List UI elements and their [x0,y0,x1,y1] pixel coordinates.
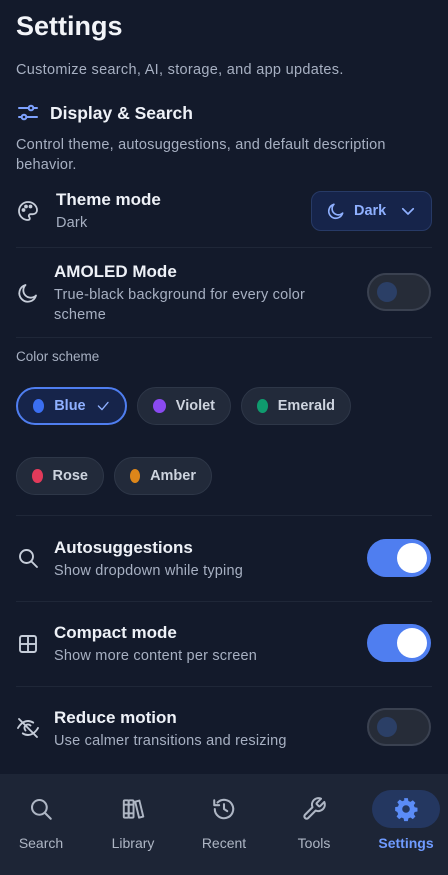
reduce-motion-title: Reduce motion [54,708,177,727]
divider [16,686,432,687]
nav-label: Settings [378,835,434,851]
color-dot [153,399,166,413]
autosuggestions-title: Autosuggestions [54,538,193,557]
search-icon [19,549,38,568]
amoled-toggle[interactable] [367,273,431,311]
autosuggestions-description: Show dropdown while typing [54,563,243,579]
history-icon [213,798,235,820]
moon-icon [327,203,344,220]
color-scheme-label: Color scheme [16,349,100,364]
reduce-motion-toggle[interactable] [367,708,431,746]
autosuggestions-toggle[interactable] [367,539,431,577]
color-dot [33,399,45,413]
amoled-title: AMOLED Mode [54,262,177,281]
color-dot [130,469,141,483]
theme-mode-value: Dark [56,215,88,231]
color-chip-blue[interactable]: Blue [16,387,127,425]
search-icon [30,798,52,820]
divider [16,337,432,338]
nav-label: Search [18,835,64,851]
sliders-icon [18,104,38,121]
check-icon [97,401,109,411]
color-chip-label: Emerald [277,398,335,414]
reduce-motion-description: Use calmer transitions and resizing [54,733,287,749]
section-header: Display & Search [16,101,193,125]
color-dot [32,469,43,483]
toggle-knob [377,717,397,737]
compact-mode-title: Compact mode [54,623,177,642]
nav-tools[interactable]: Tools [269,774,359,875]
nav-label: Recent [201,835,247,851]
color-dot [257,399,268,413]
color-chip-label: Amber [150,468,196,484]
toggle-knob [397,543,427,573]
theme-mode-select-label: Dark [354,203,387,219]
books-icon [122,799,145,819]
palette-icon [18,201,38,221]
theme-mode-title: Theme mode [56,190,161,209]
color-chip-emerald[interactable]: Emerald [241,387,351,425]
compact-mode-toggle[interactable] [367,624,431,662]
nav-search[interactable]: Search [0,774,86,875]
nav-settings[interactable]: Settings [361,774,448,875]
page-subtitle: Customize search, AI, storage, and app u… [16,62,344,78]
moon-icon [18,284,37,303]
compact-mode-description: Show more content per screen [54,648,258,664]
color-chip-amber[interactable]: Amber [114,457,212,495]
section-description: Control theme, autosuggestions, and defa… [16,137,386,173]
gear-icon [395,798,418,822]
divider [16,515,432,516]
section-title: Display & Search [50,102,193,123]
toggle-knob [377,282,397,302]
divider [16,247,432,248]
nav-label: Tools [297,835,331,851]
color-chip-label: Violet [175,398,215,414]
bottom-nav: Search Library Recent Tools Settings [0,774,448,875]
amoled-description: True-black background for every color sc… [54,287,306,323]
theme-mode-select[interactable]: Dark [311,191,432,231]
toggle-knob [397,628,427,658]
color-chip-label: Blue [54,398,86,414]
page-title: Settings [16,11,123,41]
nav-library[interactable]: Library [88,774,178,875]
eye-off-icon [17,718,39,738]
chevron-down-icon [401,207,415,215]
color-chip-label: Rose [52,468,88,484]
wrench-icon [303,797,326,820]
color-chip-violet[interactable]: Violet [137,387,231,425]
nav-label: Library [111,835,155,851]
divider [16,601,432,602]
grid-icon [19,635,37,653]
color-chip-rose[interactable]: Rose [16,457,104,495]
nav-recent[interactable]: Recent [179,774,269,875]
